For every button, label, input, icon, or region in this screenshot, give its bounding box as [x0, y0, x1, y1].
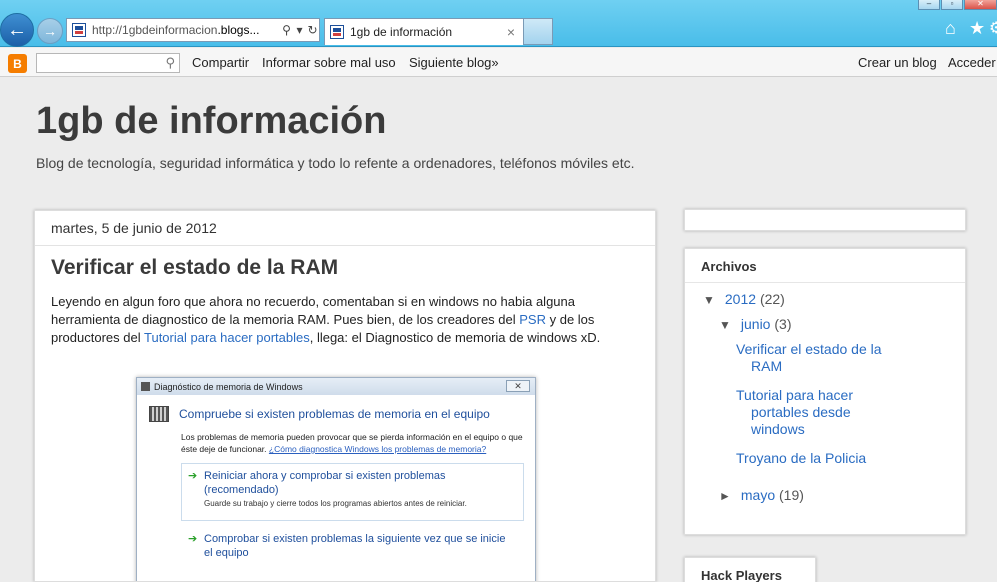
archive-year-link[interactable]: 2012	[725, 291, 756, 307]
navbar-search-box[interactable]: ⚲	[36, 53, 180, 73]
minimize-button[interactable]: –	[918, 0, 940, 10]
archive-post-link[interactable]: Tutorial para hacer portables desde wind…	[736, 387, 886, 438]
blogger-navbar: B ⚲ Compartir Informar sobre mal uso Sig…	[0, 48, 997, 77]
sidebar-empty-widget	[684, 209, 966, 231]
post-body: Leyendo en algun foro que ahora no recue…	[51, 294, 601, 345]
blog-title[interactable]: 1gb de información	[36, 100, 386, 143]
memory-chip-icon	[149, 406, 169, 422]
new-tab-button[interactable]	[524, 18, 553, 45]
home-icon[interactable]: ⌂	[945, 18, 956, 39]
image-window-title: Diagnóstico de memoria de Windows	[154, 381, 303, 392]
archive-month-count: (3)	[774, 316, 792, 332]
psr-link[interactable]: PSR	[519, 312, 546, 327]
close-window-button[interactable]: ✕	[964, 0, 997, 10]
tab-favicon-icon	[330, 25, 344, 39]
browser-tab[interactable]: 1gb de información ×	[324, 18, 524, 45]
blog-description: Blog de tecnología, seguridad informátic…	[36, 155, 635, 171]
archive-year-2012: ▼ 2012 (22)	[703, 291, 785, 307]
archive-month-junio: ▼ junio (3)	[719, 316, 792, 332]
maximize-button[interactable]: ▫	[941, 0, 963, 10]
sign-in-link[interactable]: Acceder	[948, 55, 996, 70]
archive-month-count: (19)	[779, 487, 804, 503]
archive-month-link[interactable]: mayo	[741, 487, 775, 503]
forward-button[interactable]: →	[37, 18, 63, 44]
expand-toggle-icon[interactable]: ►	[719, 489, 737, 503]
hack-players-title: Hack Players	[701, 568, 782, 582]
next-blog-link[interactable]: Siguiente blog»	[409, 55, 499, 70]
archive-month-link[interactable]: junio	[741, 316, 771, 332]
collapse-toggle-icon[interactable]: ▼	[703, 293, 721, 307]
image-option-restart-now: ➔ Reiniciar ahora y comprobar si existen…	[181, 463, 524, 521]
green-arrow-icon: ➔	[188, 470, 198, 482]
search-icon[interactable]: ⚲	[165, 55, 175, 71]
archive-title: Archivos	[701, 259, 757, 274]
back-arrow-icon: ←	[7, 18, 27, 41]
settings-gear-icon[interactable]: ⚙	[989, 18, 997, 38]
post-title[interactable]: Verificar el estado de la RAM	[51, 256, 338, 280]
create-blog-link[interactable]: Crear un blog	[858, 55, 937, 70]
tab-close-icon[interactable]: ×	[503, 24, 519, 40]
address-text[interactable]: http://1gbdeinformacion.blogs...	[92, 23, 280, 37]
image-heading: Compruebe si existen problemas de memori…	[149, 406, 490, 422]
date-divider	[35, 245, 655, 246]
address-bar[interactable]: http://1gbdeinformacion.blogs... ⚲ ▾ ↻	[66, 18, 320, 42]
refresh-icon[interactable]: ↻	[306, 23, 319, 37]
blogger-logo-icon[interactable]: B	[8, 54, 27, 73]
tab-title: 1gb de información	[350, 25, 453, 39]
tutorial-portables-link[interactable]: Tutorial para hacer portables	[144, 330, 310, 345]
site-favicon-icon	[72, 23, 86, 37]
share-link[interactable]: Compartir	[192, 55, 249, 70]
archive-year-count: (22)	[759, 291, 785, 307]
navbar-search-input[interactable]	[37, 54, 157, 72]
hack-players-widget: Hack Players	[684, 557, 816, 582]
favorites-star-icon[interactable]: ★	[969, 18, 985, 39]
blog-post: martes, 5 de junio de 2012 Verificar el …	[34, 210, 656, 582]
green-arrow-icon: ➔	[188, 533, 198, 545]
search-icon[interactable]: ⚲	[280, 23, 293, 37]
archive-post-link[interactable]: Troyano de la Policia	[736, 450, 936, 467]
image-description: Los problemas de memoria pueden provocar…	[181, 432, 523, 454]
collapse-toggle-icon[interactable]: ▼	[719, 318, 737, 332]
archive-post-link[interactable]: Verificar el estado de la RAM	[736, 341, 906, 375]
archive-divider	[685, 282, 965, 283]
back-button[interactable]: ←	[0, 13, 34, 47]
dropdown-icon[interactable]: ▾	[293, 23, 306, 37]
memory-diagnostic-app-icon	[141, 382, 150, 391]
archive-widget: Archivos ▼ 2012 (22) ▼ junio (3) Verific…	[684, 248, 966, 535]
post-date: martes, 5 de junio de 2012	[51, 220, 217, 236]
image-window-titlebar: Diagnóstico de memoria de Windows	[137, 378, 535, 395]
forward-arrow-icon: →	[43, 23, 57, 39]
report-abuse-link[interactable]: Informar sobre mal uso	[262, 55, 396, 70]
image-close-icon: ✕	[506, 380, 530, 392]
browser-toolbar: ← → http://1gbdeinformacion.blogs... ⚲ ▾…	[0, 0, 997, 47]
image-option-next-start: ➔ Comprobar si existen problemas la sigu…	[188, 533, 506, 559]
archive-month-mayo: ► mayo (19)	[719, 487, 804, 503]
post-image[interactable]: Diagnóstico de memoria de Windows ✕ Comp…	[136, 377, 536, 581]
